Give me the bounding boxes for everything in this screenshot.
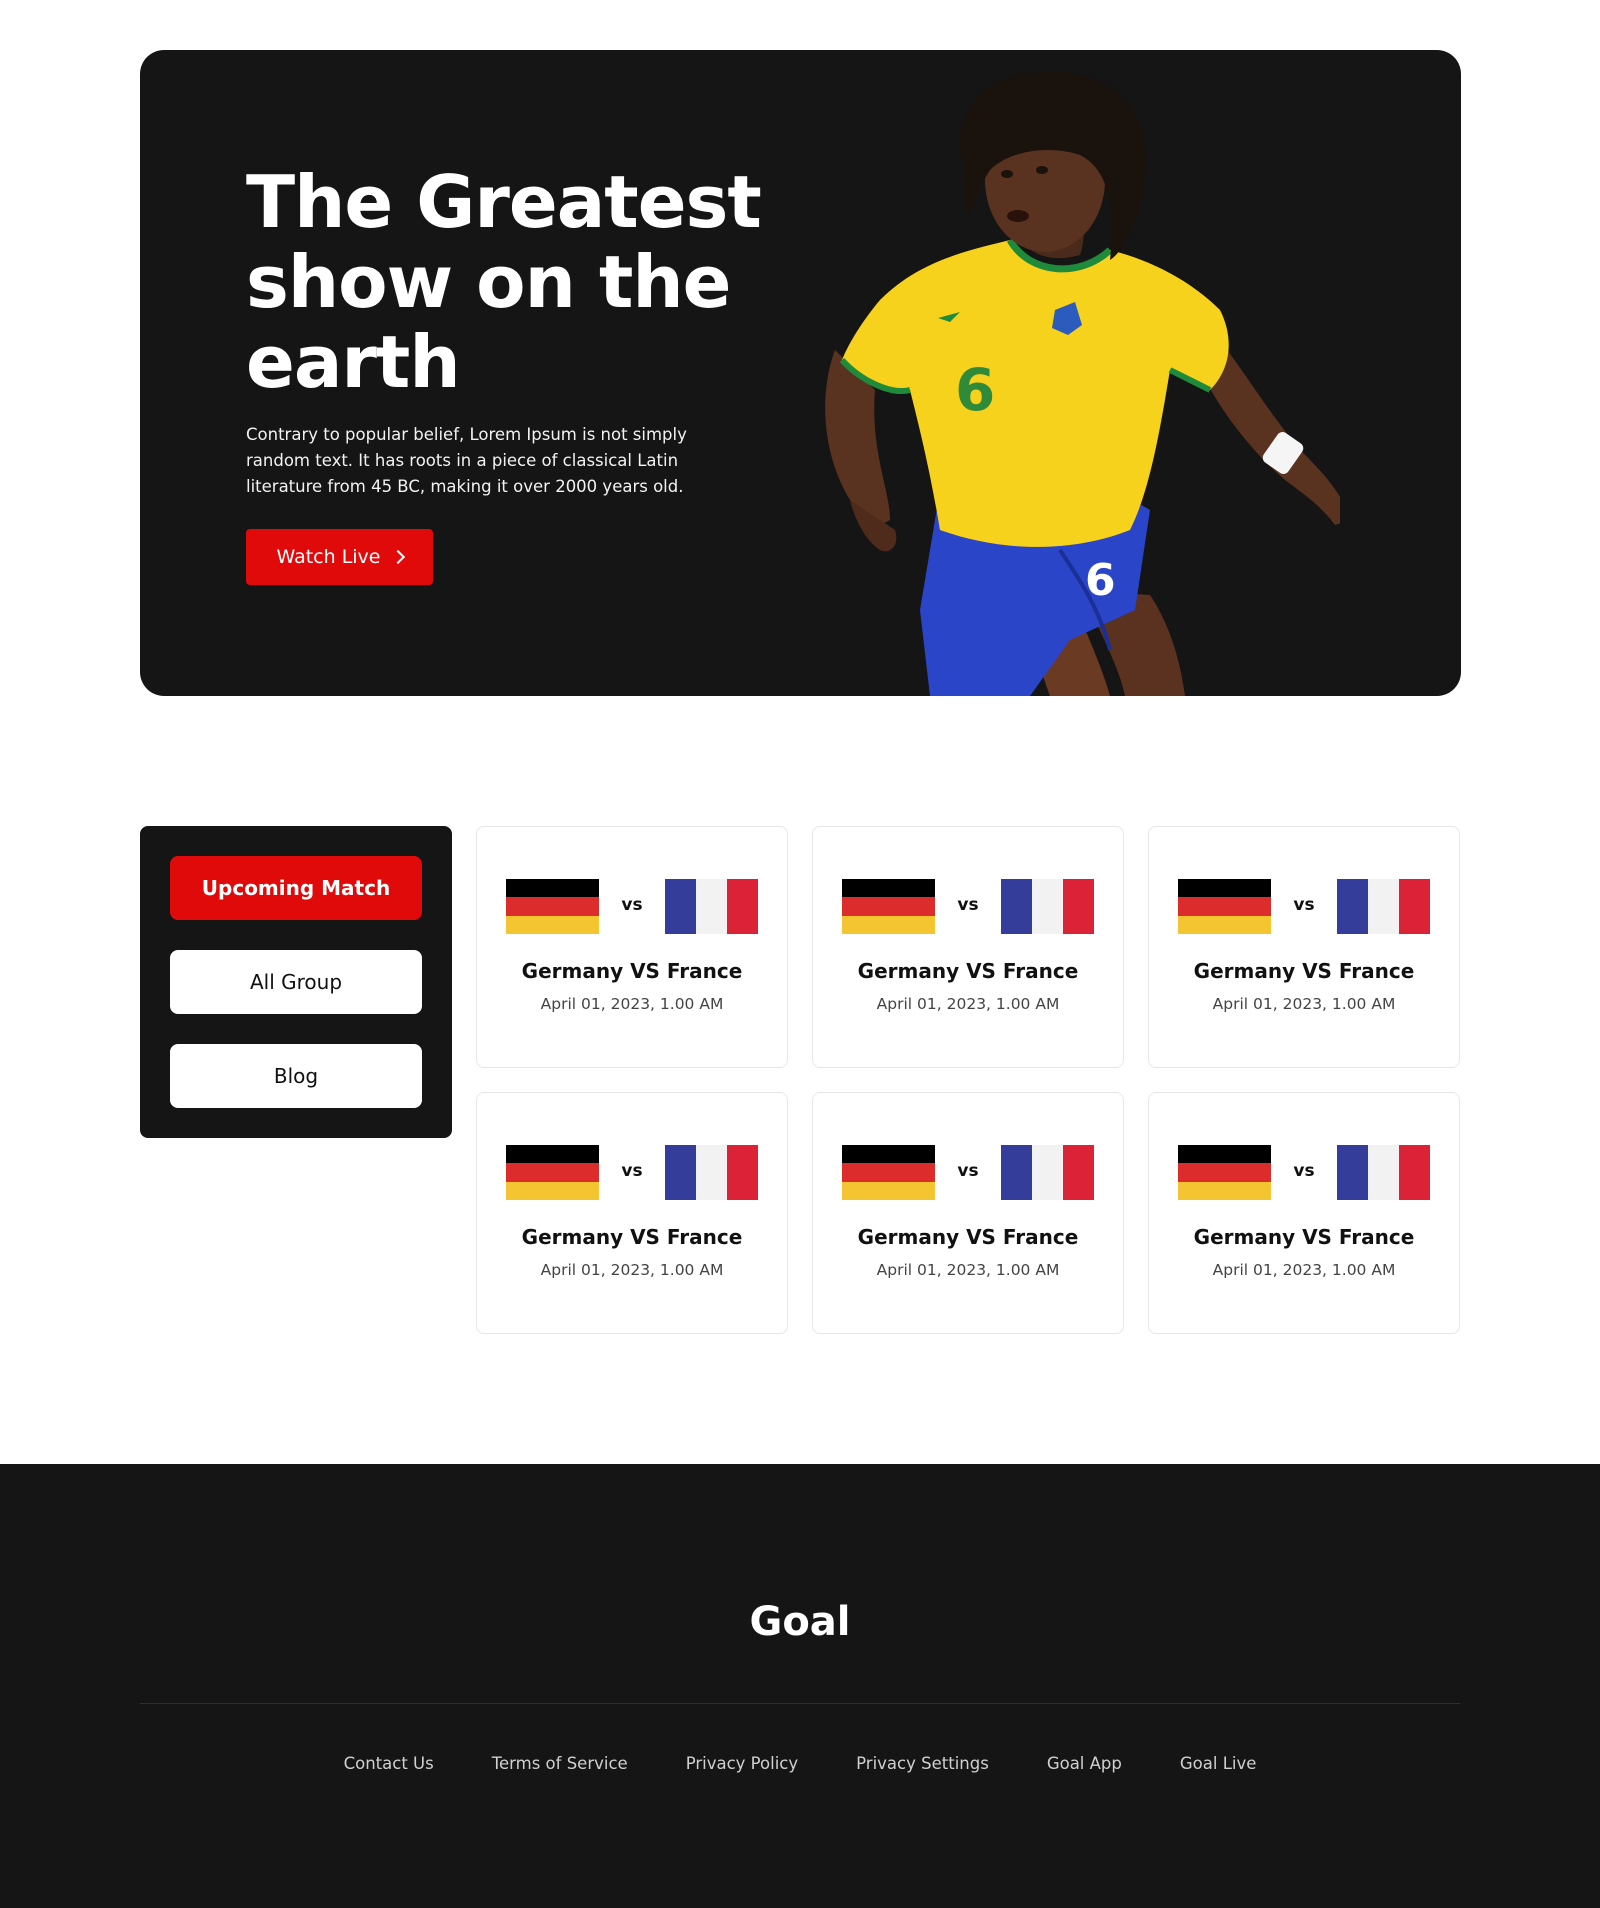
football-player-image: 6 6 [825, 71, 1340, 696]
match-title: Germany VS France [857, 959, 1079, 983]
germany-flag-icon [506, 879, 599, 934]
site-footer: Goal Contact Us Terms of Service Privacy… [0, 1464, 1600, 1908]
match-title: Germany VS France [1193, 959, 1415, 983]
footer-link-privacy-policy[interactable]: Privacy Policy [686, 1754, 798, 1773]
watch-live-button[interactable]: Watch Live [246, 529, 433, 585]
france-flag-icon [665, 879, 758, 934]
germany-flag-icon [1178, 1145, 1271, 1200]
match-title: Germany VS France [521, 959, 743, 983]
hero-banner: The Greatest show on the earth Contrary … [140, 50, 1461, 696]
hero-title: The Greatest show on the earth [246, 160, 762, 404]
match-card[interactable]: vs Germany VS France April 01, 2023, 1.00 … [812, 826, 1124, 1068]
shorts-number: 6 [1085, 555, 1116, 606]
france-flag-icon [1337, 1145, 1430, 1200]
footer-link-terms-of-service[interactable]: Terms of Service [492, 1754, 628, 1773]
vs-label: vs [1293, 1161, 1315, 1181]
footer-link-contact-us[interactable]: Contact Us [344, 1754, 434, 1773]
france-flag-icon [1001, 1145, 1094, 1200]
germany-flag-icon [842, 1145, 935, 1200]
sidebar-item-upcoming-match[interactable]: Upcoming Match [170, 856, 422, 920]
match-title: Germany VS France [1193, 1225, 1415, 1249]
footer-logo[interactable]: Goal [0, 1599, 1600, 1645]
match-date: April 01, 2023, 1.00 AM [540, 1261, 724, 1279]
match-date: April 01, 2023, 1.00 AM [1212, 995, 1396, 1013]
footer-link-goal-app[interactable]: Goal App [1047, 1754, 1122, 1773]
vs-label: vs [957, 895, 979, 915]
sidebar-item-blog[interactable]: Blog [170, 1044, 422, 1108]
match-card[interactable]: vs Germany VS France April 01, 2023, 1.00 … [1148, 826, 1460, 1068]
france-flag-icon [665, 1145, 758, 1200]
match-card[interactable]: vs Germany VS France April 01, 2023, 1.00 … [812, 1092, 1124, 1334]
hero-description: Contrary to popular belief, Lorem Ipsum … [246, 425, 687, 496]
footer-divider [140, 1703, 1460, 1704]
match-date: April 01, 2023, 1.00 AM [1212, 1261, 1396, 1279]
match-date: April 01, 2023, 1.00 AM [540, 995, 724, 1013]
match-title: Germany VS France [521, 1225, 743, 1249]
vs-label: vs [621, 1161, 643, 1181]
vs-label: vs [621, 895, 643, 915]
chevron-right-icon [390, 549, 405, 565]
match-card[interactable]: vs Germany VS France April 01, 2023, 1.00 … [476, 826, 788, 1068]
watch-live-label: Watch Live [276, 546, 381, 568]
footer-link-goal-live[interactable]: Goal Live [1180, 1754, 1257, 1773]
france-flag-icon [1337, 879, 1430, 934]
vs-label: vs [1293, 895, 1315, 915]
germany-flag-icon [1178, 879, 1271, 934]
sidebar-item-all-group[interactable]: All Group [170, 950, 422, 1014]
germany-flag-icon [506, 1145, 599, 1200]
match-title: Germany VS France [857, 1225, 1079, 1249]
germany-flag-icon [842, 879, 935, 934]
match-date: April 01, 2023, 1.00 AM [876, 995, 1060, 1013]
vs-label: vs [957, 1161, 979, 1181]
match-card[interactable]: vs Germany VS France April 01, 2023, 1.00 … [1148, 1092, 1460, 1334]
jersey-number: 6 [955, 356, 995, 424]
footer-link-privacy-settings[interactable]: Privacy Settings [856, 1754, 989, 1773]
match-sidebar: Upcoming Match All Group Blog [140, 826, 452, 1138]
footer-nav: Contact Us Terms of Service Privacy Poli… [0, 1754, 1600, 1773]
match-card[interactable]: vs Germany VS France April 01, 2023, 1.00 … [476, 1092, 788, 1334]
france-flag-icon [1001, 879, 1094, 934]
match-date: April 01, 2023, 1.00 AM [876, 1261, 1060, 1279]
